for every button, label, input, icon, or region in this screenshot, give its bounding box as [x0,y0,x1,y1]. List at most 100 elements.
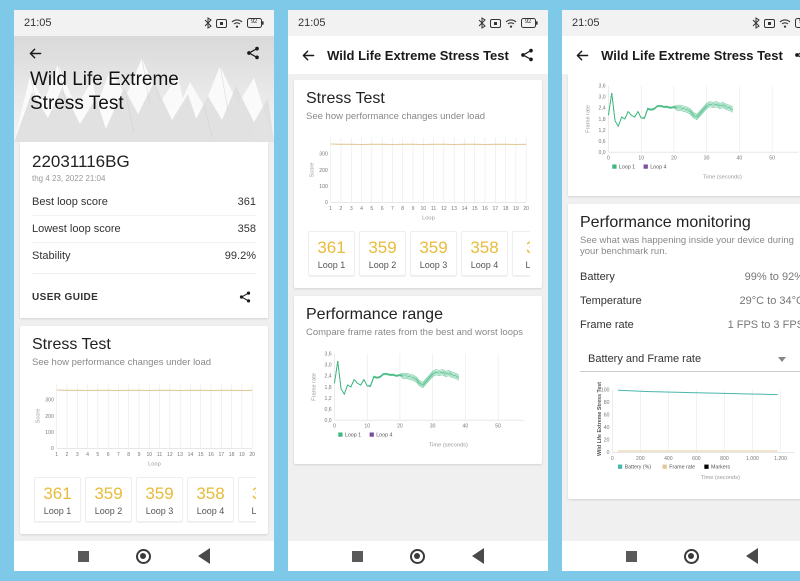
screenshot-stage: 21:05 92 Wild Life Extreme Stress Test 2… [0,0,800,581]
section-subtitle: See how performance changes under load [32,357,212,368]
section-title: Stress Test [306,90,385,107]
chevron-down-icon[interactable] [778,356,786,362]
status-bar: 21:05 92 [14,10,274,36]
svg-text:0: 0 [607,156,610,162]
section-subtitle: See what was happening inside your devic… [580,235,794,258]
battery-level: 92 [525,19,532,25]
list-item[interactable]: 359 Loop 2 [359,231,406,277]
svg-text:Loop: Loop [148,461,161,467]
back-arrow-icon[interactable] [298,44,319,66]
svg-text:8: 8 [127,452,130,458]
svg-text:1.000: 1.000 [746,456,759,462]
svg-text:12: 12 [167,452,173,458]
square-recents-icon[interactable] [351,550,363,562]
svg-text:3,0: 3,0 [599,95,606,101]
panel1-scroll-area[interactable]: Wild Life Extreme Stress Test 22031116BG… [14,36,274,571]
stress-test-chart-svg: 01002003001 2 3 4 5 6 7 8 9 10 11 12 13 14 15 16 17 18 19 2… [36,383,255,467]
status-icon-group: 92 [204,17,264,29]
loop-score-list[interactable]: 361 Loop 1 359 Loop 2 359 Loop 3 358 Loop 4 … [32,477,256,524]
loop-label: Loop 2 [94,506,123,517]
svg-text:30: 30 [704,156,710,162]
svg-text:2,4: 2,4 [599,106,606,112]
table-row: Best loop score 361 [32,189,256,215]
svg-text:20: 20 [397,424,403,430]
loop-score: 359 [419,238,448,258]
app-bar-title: Wild Life Extreme Stress Test [327,47,509,63]
section-title: Stress Test [32,336,111,353]
svg-text:1: 1 [55,452,58,458]
graph-select-value: Battery and Frame rate [588,353,702,366]
phone-screen-1: 21:05 92 Wild Life Extreme Stress Test 2… [14,10,274,571]
battery-icon: 92 [521,18,538,28]
svg-text:10: 10 [638,156,644,162]
list-item[interactable]: 35 Loop [238,477,256,523]
svg-text:20: 20 [604,438,610,444]
svg-text:Time (seconds): Time (seconds) [703,175,742,181]
system-nav-bar [288,541,548,571]
performance-range-chart: 0,0 0,6 1,2 1,8 2,4 3,0 3,6 0 10 20 30 40 50 Loop 1 Lo… [306,348,530,454]
user-guide-row[interactable]: USER GUIDE [32,278,256,308]
svg-text:1,2: 1,2 [325,396,332,402]
list-item[interactable]: 358 Loop 4 [461,231,508,277]
svg-text:16: 16 [482,206,488,212]
svg-text:2: 2 [66,452,69,458]
share-icon[interactable] [517,44,538,66]
page-title-line1: Wild Life Extreme [30,69,179,90]
svg-text:Battery (%): Battery (%) [625,465,652,471]
loop-label: Loop 3 [145,506,174,517]
loop-label: Loop 1 [43,506,72,517]
list-item[interactable]: 361 Loop 1 [34,477,81,523]
graph-select-dropdown[interactable]: Battery and Frame rate [580,347,800,373]
list-item[interactable]: 359 Loop 3 [410,231,457,277]
back-arrow-icon[interactable] [24,42,46,64]
svg-text:13: 13 [451,206,457,212]
list-item[interactable]: 359 Loop 3 [136,477,183,523]
loop-label: Loop 4 [470,260,499,271]
table-row: Frame rate 1 FPS to 3 FPS [580,313,800,337]
svg-text:Loop 1: Loop 1 [345,432,361,438]
triangle-back-icon[interactable] [472,548,485,564]
svg-text:Loop 1: Loop 1 [619,164,635,170]
status-icon-group: 92 [478,17,538,29]
share-icon[interactable] [234,286,256,308]
circle-home-icon[interactable] [409,548,425,564]
list-item[interactable]: 358 Loop 4 [187,477,234,523]
svg-text:0: 0 [333,424,336,430]
list-item[interactable]: 361 Loop 1 [308,231,355,277]
battery-level: 92 [251,19,258,25]
svg-text:1,8: 1,8 [325,385,332,391]
list-item[interactable]: 359 Loop 2 [85,477,132,523]
svg-text:16: 16 [208,452,214,458]
svg-text:0: 0 [607,450,610,456]
stress-test-chart-svg: 01002003001 2 3 4 5 6 7 8 9 10 11 12 13 14 15 16 17 18 19 2… [310,137,529,221]
panel3-scroll-area[interactable]: 0,0 0,6 1,2 1,8 2,4 3,0 3,6 0 10 20 30 40 50 Loop 1 Lo… [562,74,800,571]
share-icon[interactable] [791,44,800,66]
svg-text:18: 18 [503,206,509,212]
device-name: 22031116BG [32,152,130,171]
svg-text:4: 4 [360,206,363,212]
svg-text:Frame rate: Frame rate [585,105,591,133]
svg-text:0,0: 0,0 [325,418,332,424]
square-recents-icon[interactable] [625,550,637,562]
svg-text:19: 19 [513,206,519,212]
svg-text:3,6: 3,6 [325,352,332,358]
user-guide-label[interactable]: USER GUIDE [32,292,98,303]
loop-score-list[interactable]: 361 Loop 1 359 Loop 2 359 Loop 3 358 Loop 4 … [306,231,530,278]
list-item[interactable]: 35 Loop [512,231,530,277]
panel2-scroll-area[interactable]: Stress Test See how performance changes … [288,74,548,571]
square-recents-icon[interactable] [77,550,89,562]
loop-score: 358 [196,484,225,504]
circle-home-icon[interactable] [135,548,151,564]
svg-text:11: 11 [431,206,436,212]
svg-text:15: 15 [472,206,478,212]
triangle-back-icon[interactable] [746,548,759,564]
back-arrow-icon[interactable] [572,44,593,66]
status-time: 21:05 [298,17,326,29]
triangle-back-icon[interactable] [198,548,211,564]
row-value: 361 [237,196,256,208]
circle-home-icon[interactable] [683,548,699,564]
status-time: 21:05 [24,17,52,29]
svg-text:Loop 4: Loop 4 [650,164,666,170]
bluetooth-icon [478,17,486,29]
share-icon[interactable] [242,42,264,64]
